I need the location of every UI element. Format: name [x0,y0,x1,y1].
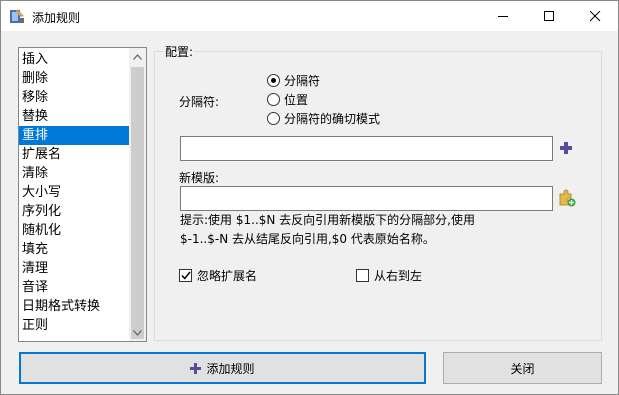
scrollbar-thumb[interactable] [131,67,144,339]
app-icon [9,8,25,24]
minimize-icon [497,15,508,17]
radio-label: 分隔符 [284,73,321,88]
minimize-button[interactable] [480,1,526,31]
chevron-down-icon [133,329,142,336]
rule-items: 插入 删除 移除 替换 重排 扩展名 清除 大小写 序列化 随机化 填充 清理 音译 日期格式转换 正则 [19,50,130,335]
rule-list-item[interactable]: 扩展名 [19,145,130,164]
rule-list-item[interactable]: 清理 [19,259,130,278]
template-label: 新模版: [179,171,220,185]
close-label: 关闭 [510,361,535,376]
add-rule-label: 添加规则 [206,361,255,376]
radio-button [267,92,280,106]
add-rule-dialog: 添加规则 插入 删除 移除 替换 重排 扩展名 清除 大小写 序列化 随机化 填充 清理 音译 日期格式转… [0,0,619,395]
rule-list-item[interactable]: 正则 [19,316,130,335]
right-to-left-label: 从右到左 [374,268,423,283]
rule-list-item[interactable]: 大小写 [19,183,130,202]
scroll-down-button[interactable] [129,324,146,341]
rule-list[interactable]: 插入 删除 移除 替换 重排 扩展名 清除 大小写 序列化 随机化 填充 清理 音译 日期格式转换 正则 [18,47,147,342]
puzzle-add-icon [559,189,576,207]
radio-label: 分隔符的确切模式 [284,111,381,126]
template-input[interactable] [180,186,553,211]
separator-input[interactable] [180,136,553,161]
rule-list-item[interactable]: 音译 [19,278,130,297]
checkmark-icon [180,271,191,280]
rule-list-item[interactable]: 日期格式转换 [19,297,130,316]
hint-line-2: $-1..$-N 去从结尾反向引用,$0 代表原始名称。 [180,232,435,246]
separator-label: 分隔符: [179,95,220,109]
separator-mode-option[interactable]: 位置 [267,90,308,108]
radio-label: 位置 [284,92,309,107]
maximize-button[interactable] [526,1,572,31]
chevron-up-icon [133,53,142,60]
close-icon [589,10,600,21]
plus-icon [560,142,572,154]
rule-list-item[interactable]: 填充 [19,240,130,259]
scroll-up-button[interactable] [129,48,146,65]
radio-button [267,73,280,87]
window-title: 添加规则 [32,11,81,25]
rule-list-item[interactable]: 序列化 [19,202,130,221]
plus-icon [190,362,202,374]
separator-mode-option[interactable]: 分隔符的确切模式 [267,109,380,127]
right-to-left-checkbox[interactable]: 从右到左 [356,267,422,283]
add-rule-button[interactable]: 添加规则 [19,352,426,384]
close-window-button[interactable] [572,1,618,31]
rule-list-item[interactable]: 随机化 [19,221,130,240]
vertical-scrollbar[interactable] [129,48,146,341]
rule-list-item[interactable]: 删除 [19,69,130,88]
separator-mode-option[interactable]: 分隔符 [267,71,320,89]
insert-separator-button[interactable] [558,140,574,156]
rule-list-item[interactable]: 插入 [19,50,130,69]
ignore-extension-checkbox[interactable]: 忽略扩展名 [179,267,257,283]
checkbox-box [356,268,369,282]
close-button[interactable]: 关闭 [443,352,602,384]
maximize-icon [543,10,554,21]
config-group-label: 配置: [164,43,195,60]
rule-list-item[interactable]: 替换 [19,107,130,126]
checkbox-box [179,268,192,282]
hint-line-1: 提示:使用 $1..$N 去反向引用新模版下的分隔部分,使用 [180,213,475,227]
rule-list-item[interactable]: 清除 [19,164,130,183]
rule-list-item[interactable]: 重排 [19,126,130,145]
radio-button [267,111,280,125]
ignore-extension-label: 忽略扩展名 [197,268,258,283]
title-bar: 添加规则 [1,1,618,31]
insert-meta-tag-button[interactable] [558,189,576,207]
rule-list-item[interactable]: 移除 [19,88,130,107]
